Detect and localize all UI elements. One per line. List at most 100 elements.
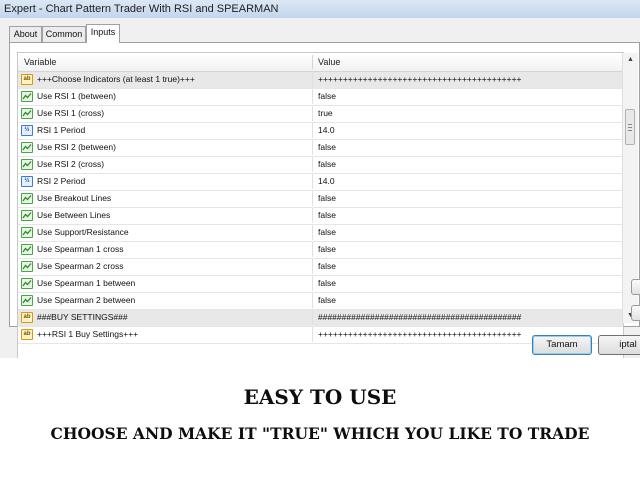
bool-icon	[21, 108, 33, 119]
value-cell[interactable]: false	[318, 140, 336, 155]
variable-name: RSI 1 Period	[37, 125, 86, 135]
value-cell[interactable]: false	[318, 191, 336, 206]
number-icon: ½	[21, 176, 33, 187]
table-row[interactable]: ab ###BUY SETTINGS### ####################…	[18, 310, 623, 327]
variable-cell: Use Spearman 2 cross	[18, 259, 313, 274]
bool-icon	[21, 210, 33, 221]
variable-name: Use RSI 1 (cross)	[37, 108, 105, 118]
inputs-panel: Variable Value ab +++Choose Indicators (a…	[9, 42, 640, 358]
variable-name: +++Choose Indicators (at least 1 true)++…	[37, 74, 195, 84]
value-cell[interactable]: 14.0	[318, 123, 335, 138]
table-row[interactable]: ab +++Choose Indicators (at least 1 true)…	[18, 72, 623, 89]
variable-cell: Use RSI 1 (cross)	[18, 106, 313, 121]
caption-subline: CHOOSE AND MAKE IT "TRUE" WHICH YOU LIKE…	[50, 424, 590, 443]
value-cell[interactable]: false	[318, 208, 336, 223]
variable-name: +++RSI 1 Buy Settings+++	[37, 329, 139, 339]
variable-name: Use Between Lines	[37, 210, 111, 220]
value-cell[interactable]: false	[318, 293, 336, 308]
variable-cell: ½ RSI 2 Period	[18, 174, 313, 189]
load-button[interactable]	[631, 279, 640, 295]
thumb-grip	[628, 127, 632, 128]
table-row[interactable]: Use Spearman 2 cross false	[18, 259, 623, 276]
variable-cell: Use Between Lines	[18, 208, 313, 223]
bool-icon	[21, 193, 33, 204]
string-icon: ab	[21, 329, 33, 340]
variable-cell: Use Spearman 1 between	[18, 276, 313, 291]
value-cell[interactable]: false	[318, 89, 336, 104]
grid-rows: ab +++Choose Indicators (at least 1 true)…	[18, 72, 623, 344]
value-cell[interactable]: false	[318, 157, 336, 172]
tab-common[interactable]: Common	[42, 26, 86, 42]
table-row[interactable]: Use Breakout Lines false	[18, 191, 623, 208]
variable-name: Use Spearman 2 cross	[37, 261, 124, 271]
variable-name: Use RSI 1 (between)	[37, 91, 116, 101]
grid-header: Variable Value	[18, 53, 623, 72]
variable-name: Use Spearman 1 between	[37, 278, 136, 288]
table-row[interactable]: ½ RSI 2 Period 14.0	[18, 174, 623, 191]
caption-headline: EASY TO USE	[243, 385, 397, 409]
variable-cell: ab ###BUY SETTINGS###	[18, 310, 313, 325]
bool-icon	[21, 295, 33, 306]
thumb-grip	[628, 124, 632, 125]
tab-inputs[interactable]: Inputs	[86, 24, 120, 43]
value-cell[interactable]: ########################################…	[318, 310, 521, 325]
value-cell[interactable]: 14.0	[318, 174, 335, 189]
table-row[interactable]: Use RSI 1 (cross) true	[18, 106, 623, 123]
scroll-up-icon[interactable]: ▲	[623, 53, 638, 67]
value-cell[interactable]: ++++++++++++++++++++++++++++++++++++++++…	[318, 327, 522, 342]
value-cell[interactable]: ++++++++++++++++++++++++++++++++++++++++…	[318, 72, 522, 87]
variable-cell: Use RSI 2 (cross)	[18, 157, 313, 172]
variable-name: RSI 2 Period	[37, 176, 86, 186]
value-cell[interactable]: false	[318, 276, 336, 291]
bool-icon	[21, 91, 33, 102]
header-variable[interactable]: Variable	[24, 53, 56, 71]
variable-cell: Use Spearman 1 cross	[18, 242, 313, 257]
variable-name: Use Breakout Lines	[37, 193, 112, 203]
bool-icon	[21, 278, 33, 289]
table-row[interactable]: Use Spearman 1 between false	[18, 276, 623, 293]
ok-button[interactable]: Tamam	[532, 335, 592, 355]
tab-about[interactable]: About	[9, 26, 42, 42]
variable-cell: Use Support/Resistance	[18, 225, 313, 240]
bool-icon	[21, 244, 33, 255]
cancel-button[interactable]: iptal	[598, 335, 640, 355]
variable-name: Use Spearman 2 between	[37, 295, 136, 305]
inputs-grid: Variable Value ab +++Choose Indicators (a…	[17, 52, 624, 358]
value-cell[interactable]: false	[318, 242, 336, 257]
header-separator	[312, 55, 313, 69]
scroll-thumb[interactable]	[625, 109, 635, 145]
table-row[interactable]: Use Support/Resistance false	[18, 225, 623, 242]
variable-cell: ab +++Choose Indicators (at least 1 true)…	[18, 72, 313, 87]
variable-name: Use Support/Resistance	[37, 227, 129, 237]
table-row[interactable]: Use Spearman 2 between false	[18, 293, 623, 310]
window-title: Expert - Chart Pattern Trader With RSI a…	[0, 0, 640, 18]
value-cell[interactable]: false	[318, 225, 336, 240]
variable-name: ###BUY SETTINGS###	[37, 312, 128, 322]
variable-name: Use RSI 2 (between)	[37, 142, 116, 152]
bool-icon	[21, 227, 33, 238]
table-row[interactable]: Use Between Lines false	[18, 208, 623, 225]
table-row[interactable]: ½ RSI 1 Period 14.0	[18, 123, 623, 140]
save-button[interactable]	[631, 305, 640, 321]
thumb-grip	[628, 130, 632, 131]
bool-icon	[21, 142, 33, 153]
table-row[interactable]: Use RSI 2 (between) false	[18, 140, 623, 157]
table-row[interactable]: Use RSI 2 (cross) false	[18, 157, 623, 174]
variable-cell: Use RSI 2 (between)	[18, 140, 313, 155]
bool-icon	[21, 159, 33, 170]
value-cell[interactable]: false	[318, 259, 336, 274]
table-row[interactable]: Use RSI 1 (between) false	[18, 89, 623, 106]
table-row[interactable]: Use Spearman 1 cross false	[18, 242, 623, 259]
variable-name: Use Spearman 1 cross	[37, 244, 124, 254]
variable-cell: ab +++RSI 1 Buy Settings+++	[18, 327, 313, 342]
variable-cell: Use RSI 1 (between)	[18, 89, 313, 104]
expert-properties-window: Expert - Chart Pattern Trader With RSI a…	[0, 0, 640, 358]
header-value[interactable]: Value	[318, 53, 340, 71]
string-icon: ab	[21, 74, 33, 85]
variable-cell: Use Breakout Lines	[18, 191, 313, 206]
string-icon: ab	[21, 312, 33, 323]
number-icon: ½	[21, 125, 33, 136]
variable-cell: Use Spearman 2 between	[18, 293, 313, 308]
bool-icon	[21, 261, 33, 272]
value-cell[interactable]: true	[318, 106, 333, 121]
